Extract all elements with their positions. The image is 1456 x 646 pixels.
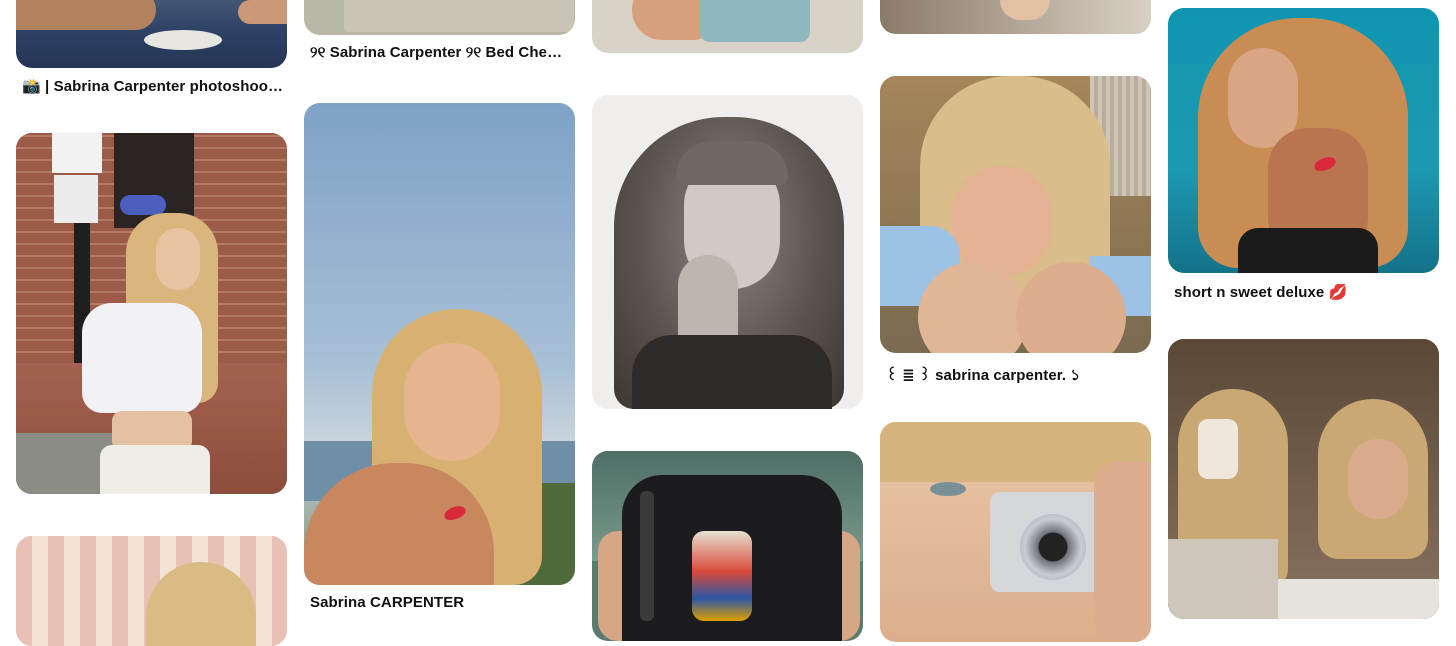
pin-caption[interactable]: 📸 | Sabrina Carpenter photoshoot… [22,77,284,95]
pin-image-bottom-left[interactable] [16,536,287,646]
person-face [404,343,500,461]
bangs-bw [676,141,788,185]
bag-strap [640,491,654,621]
hand [1094,462,1151,642]
pin-image-mirror[interactable] [1168,339,1439,619]
pin-caption[interactable]: ୨୧ Sabrina Carpenter ୨୧ Bed Chem… [310,44,572,61]
white-top [82,303,202,413]
person-face [156,228,200,290]
disc-detail [144,30,222,50]
parking-sign [52,133,102,173]
white-pants [100,445,210,494]
eye [930,482,966,496]
bow [1198,419,1238,479]
pin-image-feet[interactable] [880,0,1151,34]
pin-caption[interactable]: ꒰ ≣ ꒱ sabrina carpenter. ১ [886,364,1148,389]
blue-dress [700,0,810,42]
pin-image-deluxe[interactable] [1168,8,1439,273]
pin-image-tshirt[interactable] [592,451,863,641]
pin-image-bed-chem[interactable] [304,0,575,35]
skin-detail [16,0,156,30]
pin-image-sitting-floor[interactable] [16,0,287,68]
pin-image-kneeling[interactable] [592,0,863,53]
reflection-face [1348,439,1408,519]
person-face [952,166,1052,276]
camera-lens [1020,514,1086,580]
tshirt-graphic [692,531,752,621]
pin-image-camera[interactable] [880,422,1151,642]
dress [1168,539,1278,619]
top-bw [632,335,832,409]
no-parking-sign [54,175,98,223]
flowers [120,195,166,215]
black-top [1238,228,1378,273]
pin-caption[interactable]: Sabrina CARPENTER [310,594,572,611]
counter [1278,579,1439,619]
pin-image-knees[interactable] [880,76,1151,353]
hand-detail [238,0,287,24]
pin-image-sky-wink[interactable] [304,103,575,585]
pin-caption[interactable]: short n sweet deluxe 💋 [1174,283,1436,301]
wood-board [344,0,574,32]
pin-image-street-brick[interactable] [16,133,287,494]
pin-image-bw-portrait[interactable] [592,95,863,409]
